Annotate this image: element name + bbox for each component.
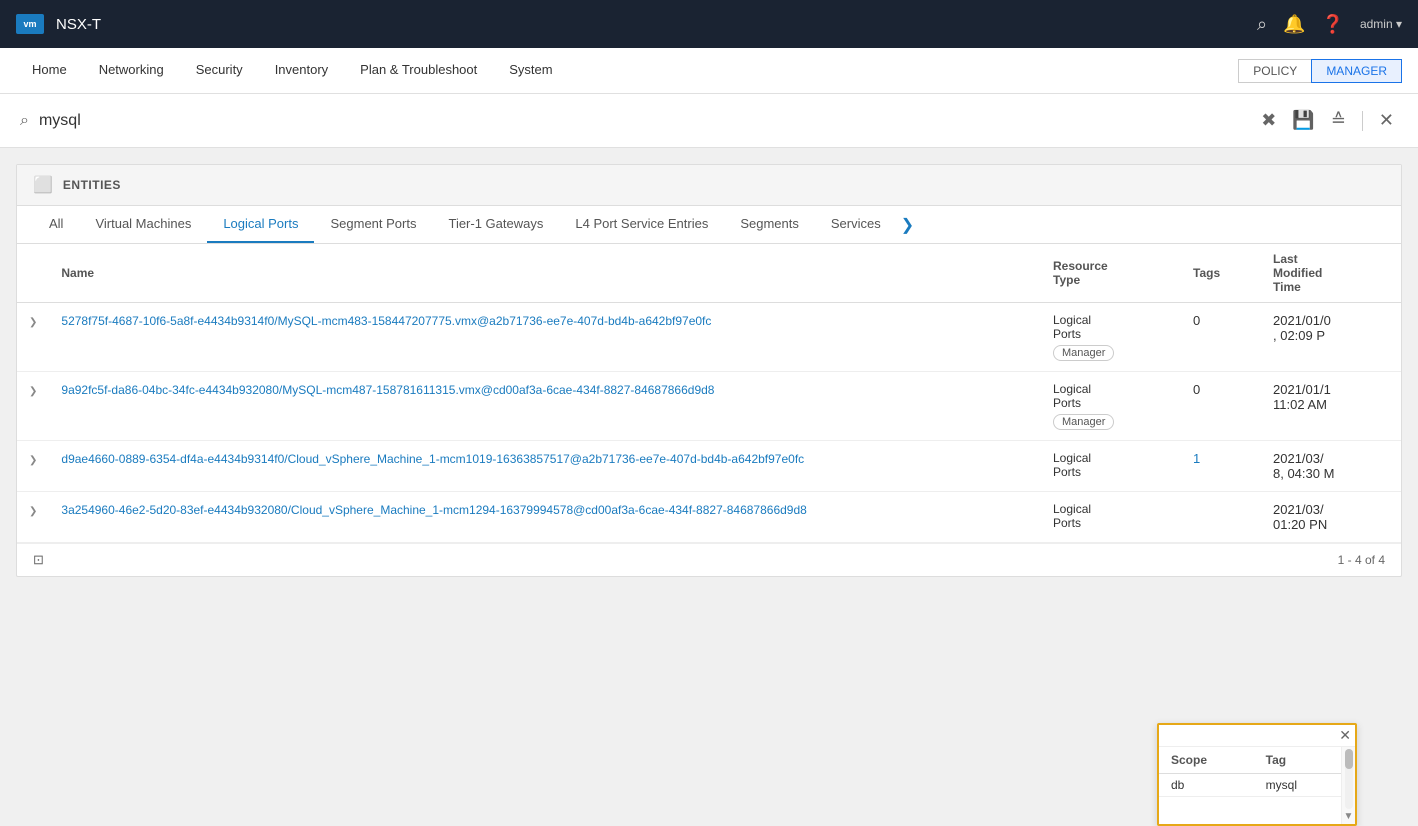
- search-icon[interactable]: ⌕: [1257, 14, 1267, 35]
- top-bar-left: vm NSX-T: [16, 14, 101, 34]
- results-table: Name ResourceType Tags LastModifiedTime …: [17, 244, 1401, 543]
- tab-services[interactable]: Services: [815, 206, 897, 243]
- col-expand-header: [17, 244, 49, 303]
- pagination-info: 1 - 4 of 4: [1338, 553, 1385, 567]
- mode-switcher: POLICY MANAGER: [1238, 59, 1402, 83]
- row3-modified: 2021/03/8, 04:30 M: [1261, 441, 1401, 492]
- clear-search-button[interactable]: ✖: [1257, 106, 1280, 135]
- row4-resource-type: LogicalPorts: [1053, 502, 1169, 530]
- tooltip-tag-value: mysql: [1254, 774, 1341, 797]
- tooltip-scope-value: db: [1159, 774, 1254, 797]
- tab-segment-ports[interactable]: Segment Ports: [314, 206, 432, 243]
- row1-modified: 2021/01/0, 02:09 P: [1261, 303, 1401, 372]
- nav-networking[interactable]: Networking: [83, 48, 180, 93]
- row1-name-link[interactable]: 5278f75f-4687-10f6-5a8f-e4434b9314f0/MyS…: [61, 314, 711, 328]
- row1-resource-type: LogicalPorts: [1053, 313, 1169, 341]
- tab-virtual-machines[interactable]: Virtual Machines: [79, 206, 207, 243]
- search-divider: [1362, 111, 1363, 131]
- entities-header: ⬜ ENTITIES: [17, 165, 1401, 206]
- app-title: NSX-T: [56, 16, 101, 33]
- nav-security[interactable]: Security: [180, 48, 259, 93]
- tab-all[interactable]: All: [33, 206, 79, 243]
- tooltip-scroll-down-button[interactable]: ▼: [1344, 811, 1354, 822]
- row2-modified: 2021/01/111:02 AM: [1261, 372, 1401, 441]
- nav-inventory[interactable]: Inventory: [259, 48, 344, 93]
- row3-tags: 1: [1181, 441, 1261, 492]
- filter-search-button[interactable]: ≙: [1327, 106, 1350, 135]
- bell-icon[interactable]: 🔔: [1283, 14, 1305, 35]
- policy-mode-button[interactable]: POLICY: [1238, 59, 1311, 83]
- user-info[interactable]: admin ▾: [1360, 17, 1402, 31]
- row4-modified: 2021/03/01:20 PN: [1261, 492, 1401, 543]
- table-row: ❯ 3a254960-46e2-5d20-83ef-e4434b932080/C…: [17, 492, 1401, 543]
- search-actions: ✖ 💾 ≙ ✕: [1257, 106, 1398, 135]
- row4-name-link[interactable]: 3a254960-46e2-5d20-83ef-e4434b932080/Clo…: [61, 503, 806, 517]
- tab-more-icon[interactable]: ❯: [897, 207, 918, 243]
- nav-links: Home Networking Security Inventory Plan …: [16, 48, 569, 93]
- main-content: ⬜ ENTITIES All Virtual Machines Logical …: [16, 164, 1402, 577]
- col-resource-header: ResourceType: [1041, 244, 1181, 303]
- tab-l4-port-service-entries[interactable]: L4 Port Service Entries: [559, 206, 724, 243]
- tooltip-header: ✕: [1159, 725, 1355, 747]
- vm-logo: vm: [16, 14, 44, 34]
- entities-label: ENTITIES: [63, 178, 121, 192]
- nav-home[interactable]: Home: [16, 48, 83, 93]
- top-bar: vm NSX-T ⌕ 🔔 ❓ admin ▾: [0, 0, 1418, 48]
- row1-tags: 0: [1181, 303, 1261, 372]
- row1-expand-btn[interactable]: ❯: [29, 317, 37, 328]
- close-search-button[interactable]: ✕: [1375, 106, 1398, 135]
- row1-manager-badge: Manager: [1053, 345, 1114, 361]
- entities-cube-icon: ⬜: [33, 175, 53, 195]
- row3-name-link[interactable]: d9ae4660-0889-6354-df4a-e4434b9314f0/Clo…: [61, 452, 804, 466]
- row4-tags: [1181, 492, 1261, 543]
- nav-system[interactable]: System: [493, 48, 568, 93]
- table-row: ❯ 9a92fc5f-da86-04bc-34fc-e4434b932080/M…: [17, 372, 1401, 441]
- col-name-header: Name: [49, 244, 1041, 303]
- manager-mode-button[interactable]: MANAGER: [1311, 59, 1402, 83]
- table-row: ❯ 5278f75f-4687-10f6-5a8f-e4434b9314f0/M…: [17, 303, 1401, 372]
- search-bar-icon: ⌕: [20, 112, 29, 130]
- table-row: ❯ d9ae4660-0889-6354-df4a-e4434b9314f0/C…: [17, 441, 1401, 492]
- results-table-wrap: Name ResourceType Tags LastModifiedTime …: [17, 244, 1401, 543]
- top-bar-right: ⌕ 🔔 ❓ admin ▾: [1257, 14, 1402, 35]
- col-modified-header: LastModifiedTime: [1261, 244, 1401, 303]
- search-input[interactable]: [39, 112, 1247, 130]
- tooltip-scope-header: Scope: [1159, 747, 1254, 774]
- layout-toggle-icon[interactable]: ⊡: [33, 552, 44, 568]
- tab-bar: All Virtual Machines Logical Ports Segme…: [17, 206, 1401, 244]
- row2-tags: 0: [1181, 372, 1261, 441]
- tooltip-tag-header: Tag: [1254, 747, 1341, 774]
- tooltip-row: db mysql: [1159, 774, 1341, 797]
- table-footer: ⊡ 1 - 4 of 4: [17, 543, 1401, 576]
- row4-expand-btn[interactable]: ❯: [29, 506, 37, 517]
- nav-bar: Home Networking Security Inventory Plan …: [0, 48, 1418, 94]
- row2-manager-badge: Manager: [1053, 414, 1114, 430]
- help-icon[interactable]: ❓: [1322, 14, 1344, 35]
- tab-tier1-gateways[interactable]: Tier-1 Gateways: [432, 206, 559, 243]
- row3-resource-type: LogicalPorts: [1053, 451, 1169, 479]
- search-bar: ⌕ ✖ 💾 ≙ ✕: [0, 94, 1418, 148]
- tooltip-table: Scope Tag db mysql: [1159, 747, 1341, 797]
- col-tags-header: Tags: [1181, 244, 1261, 303]
- row2-resource-type: LogicalPorts: [1053, 382, 1169, 410]
- tab-segments[interactable]: Segments: [724, 206, 815, 243]
- tooltip-close-button[interactable]: ✕: [1339, 727, 1351, 744]
- save-search-button[interactable]: 💾: [1288, 106, 1318, 135]
- row2-name-link[interactable]: 9a92fc5f-da86-04bc-34fc-e4434b932080/MyS…: [61, 383, 714, 397]
- row2-expand-btn[interactable]: ❯: [29, 386, 37, 397]
- nav-plan-troubleshoot[interactable]: Plan & Troubleshoot: [344, 48, 493, 93]
- row3-expand-btn[interactable]: ❯: [29, 455, 37, 466]
- tab-logical-ports[interactable]: Logical Ports: [207, 206, 314, 243]
